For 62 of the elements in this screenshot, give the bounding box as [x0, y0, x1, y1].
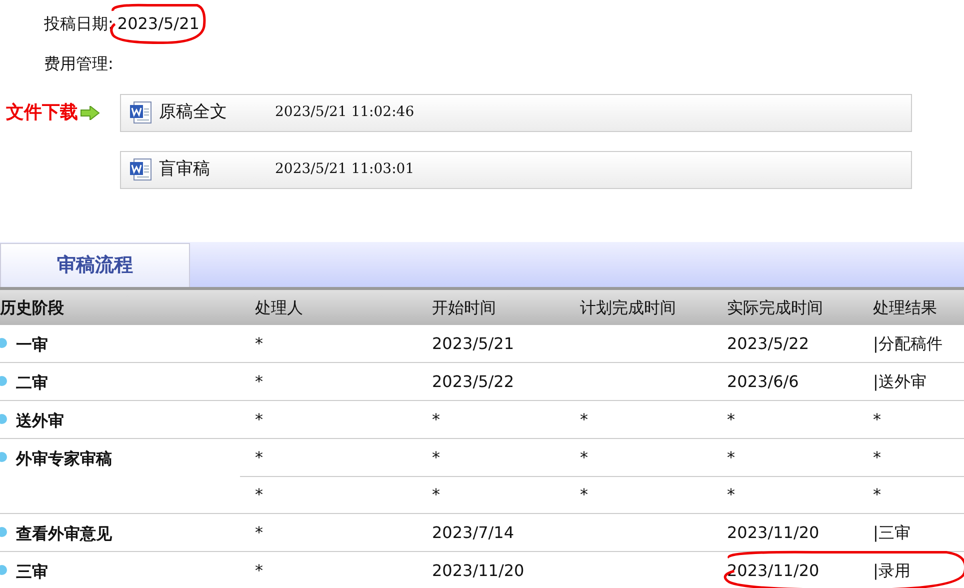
- table-cell-text: 2023/11/20: [727, 522, 820, 544]
- table-cell-text: *: [432, 446, 441, 468]
- stage-name: 一审: [16, 334, 48, 356]
- document-icon: [129, 100, 153, 124]
- document-icon: [129, 158, 153, 182]
- column-header: 历史阶段: [0, 296, 65, 318]
- file-link[interactable]: 原稿全文 2023/5/21 11:02:46: [120, 94, 912, 132]
- table-cell-text: 2023/7/14: [432, 522, 516, 544]
- table-cell-text: *: [873, 408, 882, 430]
- tab[interactable]: 审稿流程: [0, 243, 190, 287]
- stage-name: 二审: [16, 372, 48, 394]
- bullet-icon: [0, 375, 8, 387]
- file-name: 原稿全文: [159, 100, 228, 124]
- bullet-icon: [0, 564, 8, 576]
- column-header: 处理结果: [873, 296, 938, 318]
- bullet-icon: [0, 413, 8, 425]
- table-cell-text: |录用: [873, 560, 912, 582]
- table-cell-text: 2023/11/20: [432, 560, 526, 582]
- stage-name: 外审专家审稿: [16, 448, 112, 470]
- table-cell-text: *: [254, 408, 264, 430]
- table-cell-text: *: [254, 446, 264, 468]
- download-label: 文件下载: [6, 101, 78, 125]
- column-header: 处理人: [255, 296, 304, 318]
- file-link[interactable]: 盲审稿 2023/5/21 11:03:01: [120, 150, 912, 188]
- table-cell-text: *: [254, 522, 264, 544]
- table-cell-text: *: [580, 446, 589, 468]
- table-cell-text: |三审: [873, 522, 912, 544]
- stage-name: 查看外审意见: [16, 523, 112, 545]
- table-cell-text: *: [254, 370, 264, 392]
- column-header: 开始时间: [432, 296, 497, 318]
- table-cell-text: 2023/6/6: [727, 370, 800, 392]
- table-cell-text: 2023/11/20: [727, 560, 820, 582]
- stage-name: 三审: [16, 561, 48, 583]
- table-cell-text: *: [580, 484, 589, 506]
- table-cell-text: *: [580, 408, 589, 430]
- bullet-icon: [0, 337, 8, 349]
- field-value: 2023/5/21: [117, 12, 200, 36]
- arrow-icon: [80, 106, 100, 120]
- table-cell-text: *: [727, 408, 736, 430]
- file-time: 2023/5/21 11:03:01: [275, 160, 414, 179]
- table-cell-text: *: [254, 484, 264, 506]
- table-cell-text: |送外审: [873, 370, 928, 393]
- table-cell-text: *: [727, 484, 736, 506]
- file-name: 盲审稿: [159, 158, 211, 181]
- stage-name: 送外审: [16, 410, 64, 432]
- table-cell-text: *: [432, 408, 441, 430]
- table-cell-text: *: [873, 484, 882, 506]
- table-cell-text: *: [432, 484, 441, 506]
- table-cell-text: *: [254, 332, 264, 354]
- column-header: 实际完成时间: [727, 296, 824, 318]
- table-cell-text: 2023/5/22: [432, 370, 516, 392]
- table-cell-text: 2023/5/21: [432, 332, 516, 354]
- table-cell-text: *: [727, 446, 736, 468]
- table-cell-text: 2023/5/22: [727, 332, 810, 354]
- table-cell-text: |分配稿件: [873, 332, 944, 355]
- table-cell-text: *: [873, 446, 882, 468]
- column-header: 计划完成时间: [580, 296, 677, 318]
- table-cell-text: *: [254, 560, 264, 582]
- file-time: 2023/5/21 11:02:46: [275, 103, 414, 122]
- bullet-icon: [0, 451, 8, 463]
- bullet-icon: [0, 526, 8, 538]
- field-label: 费用管理:: [44, 53, 114, 75]
